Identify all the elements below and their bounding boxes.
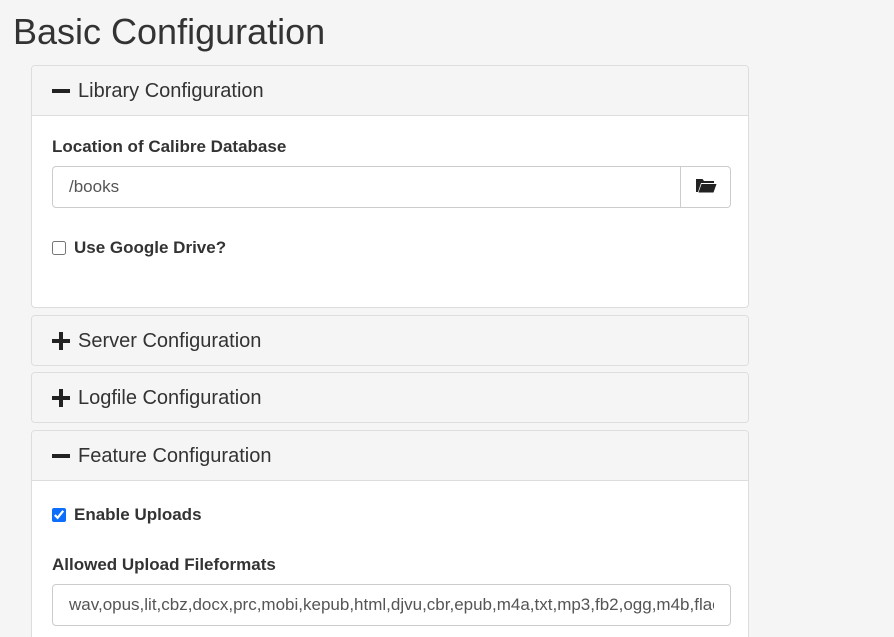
logfile-configuration-title: Logfile Configuration: [78, 387, 262, 409]
server-configuration-toggle[interactable]: Server Configuration: [32, 316, 748, 365]
library-configuration-title: Library Configuration: [78, 79, 264, 102]
server-configuration-title: Server Configuration: [78, 330, 262, 352]
page-title: Basic Configuration: [13, 11, 326, 52]
basic-configuration-page: Basic Configuration Library Configuratio…: [0, 0, 894, 637]
enable-uploads-label: Enable Uploads: [74, 505, 202, 524]
google-drive-label: Use Google Drive?: [74, 238, 227, 257]
google-drive-checkbox[interactable]: [52, 241, 66, 255]
minus-icon: [52, 447, 70, 465]
calibre-db-location-group: [52, 166, 731, 208]
plus-icon: [52, 332, 70, 350]
feature-configuration-panel: Feature Configuration Enable Uploads All…: [31, 430, 749, 637]
feature-configuration-toggle[interactable]: Feature Configuration: [32, 431, 748, 481]
allowed-formats-group: [52, 584, 731, 626]
calibre-db-location-input[interactable]: [52, 166, 681, 208]
google-drive-option: Use Google Drive?: [52, 238, 226, 258]
feature-configuration-title: Feature Configuration: [78, 444, 272, 467]
browse-database-button[interactable]: [681, 166, 731, 208]
logfile-configuration-panel: Logfile Configuration: [31, 372, 749, 423]
enable-uploads-checkbox[interactable]: [52, 508, 66, 522]
enable-uploads-option: Enable Uploads: [52, 505, 202, 525]
library-configuration-toggle[interactable]: Library Configuration: [32, 66, 748, 116]
allowed-formats-input[interactable]: [52, 584, 731, 626]
minus-icon: [52, 82, 70, 100]
server-configuration-panel: Server Configuration: [31, 315, 749, 366]
logfile-configuration-toggle[interactable]: Logfile Configuration: [32, 373, 748, 422]
folder-open-icon: [695, 176, 717, 199]
calibre-db-location-label: Location of Calibre Database: [52, 137, 287, 156]
allowed-formats-label: Allowed Upload Fileformats: [52, 555, 276, 574]
plus-icon: [52, 389, 70, 407]
library-configuration-panel: Library Configuration Location of Calibr…: [31, 65, 749, 308]
